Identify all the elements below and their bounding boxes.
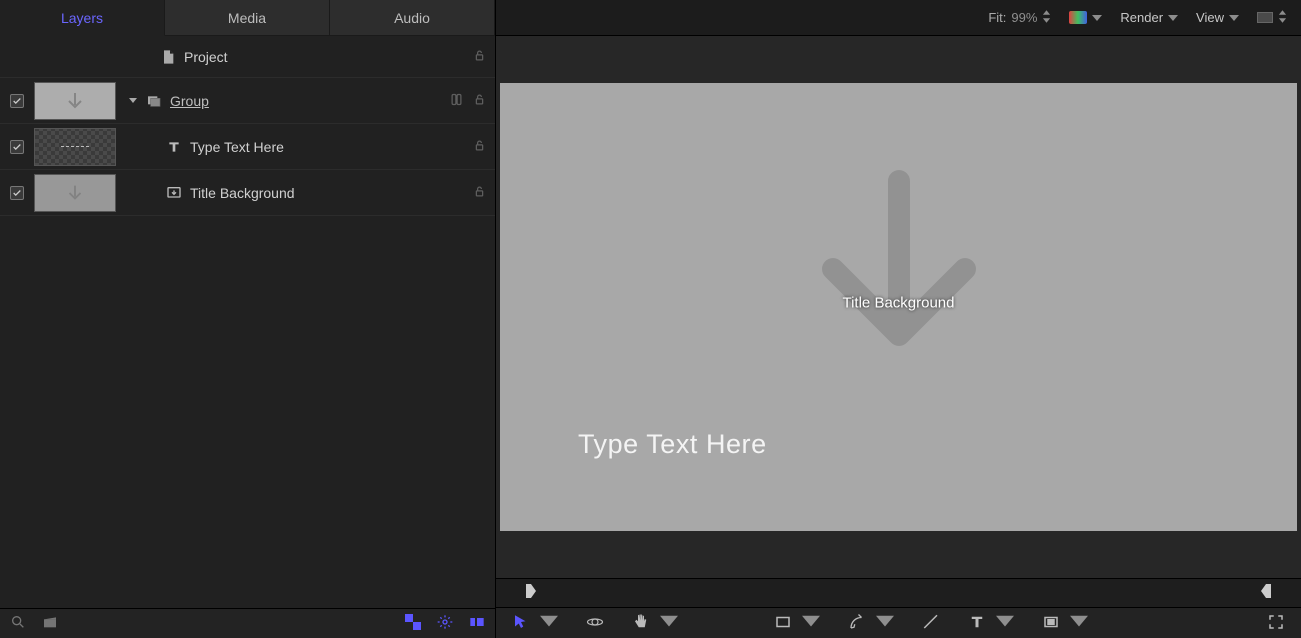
orbit-tool[interactable] <box>586 613 604 634</box>
text-icon <box>162 139 186 155</box>
chevron-down-icon[interactable] <box>996 613 1014 634</box>
canvas-text[interactable]: Type Text Here <box>578 429 767 460</box>
viewport-icon <box>1257 12 1273 23</box>
color-swatch-icon <box>1069 11 1087 24</box>
canvas-wrap[interactable]: Title Background Type Text Here <box>496 36 1301 578</box>
out-point-marker[interactable] <box>1261 584 1271 601</box>
layer-row-project[interactable]: Project <box>0 36 495 78</box>
layer-list: Project <box>0 36 495 608</box>
fullscreen-icon[interactable] <box>1267 613 1285 634</box>
frames-icon[interactable] <box>469 614 485 633</box>
viewer-area: Fit: 99% Render View <box>496 0 1301 638</box>
sidebar-footer <box>0 608 495 638</box>
chevron-down-icon[interactable] <box>660 613 678 634</box>
render-menu[interactable]: Render <box>1120 10 1178 25</box>
layer-thumbnail <box>34 128 116 166</box>
group-label: Group <box>166 93 449 109</box>
titlebg-label: Title Background <box>186 185 472 201</box>
clapperboard-icon[interactable] <box>42 614 58 633</box>
chevron-down-icon <box>1168 10 1178 25</box>
select-tool[interactable] <box>512 613 530 634</box>
viewer-toolbar: Fit: 99% Render View <box>496 0 1301 36</box>
mask-tool[interactable] <box>1042 613 1060 634</box>
stepper-icon <box>1042 10 1051 26</box>
chevron-down-icon <box>1092 10 1102 25</box>
chevron-down-icon <box>1229 10 1239 25</box>
tab-audio[interactable]: Audio <box>330 0 495 36</box>
mini-timeline[interactable] <box>496 578 1301 608</box>
visibility-checkbox[interactable] <box>10 94 24 108</box>
dropzone-arrow-icon <box>784 170 1014 390</box>
lock-icon[interactable] <box>472 184 487 202</box>
checker-icon[interactable] <box>405 614 421 633</box>
visibility-checkbox[interactable] <box>10 140 24 154</box>
group-icon <box>142 93 166 109</box>
chevron-down-icon[interactable] <box>802 613 820 634</box>
tab-media[interactable]: Media <box>165 0 330 36</box>
in-point-marker[interactable] <box>526 584 536 601</box>
zoom-fit-control[interactable]: Fit: 99% <box>988 10 1051 26</box>
canvas-tool-toolbar <box>496 608 1301 638</box>
layer-thumbnail <box>34 174 116 212</box>
link-icon[interactable] <box>449 92 464 110</box>
pan-tool[interactable] <box>632 613 650 634</box>
chevron-down-icon[interactable] <box>876 613 894 634</box>
project-icon <box>156 49 180 65</box>
disclosure-triangle[interactable] <box>124 96 142 106</box>
rectangle-tool[interactable] <box>774 613 792 634</box>
chevron-down-icon[interactable] <box>1070 613 1088 634</box>
lock-icon[interactable] <box>472 138 487 156</box>
text-layer-label: Type Text Here <box>186 139 472 155</box>
view-menu[interactable]: View <box>1196 10 1239 25</box>
chevron-down-icon[interactable] <box>540 613 558 634</box>
gear-icon[interactable] <box>437 614 453 633</box>
tab-layers[interactable]: Layers <box>0 0 165 36</box>
layer-row-group[interactable]: Group <box>0 78 495 124</box>
layer-thumbnail <box>34 82 116 120</box>
stepper-icon <box>1278 10 1287 26</box>
layers-sidebar: Layers Media Audio Project <box>0 0 496 638</box>
search-icon[interactable] <box>10 614 26 633</box>
canvas-center-label: Title Background <box>842 294 954 311</box>
image-dropzone-icon <box>162 185 186 201</box>
lock-icon[interactable] <box>472 48 487 66</box>
project-label: Project <box>180 49 472 65</box>
lock-icon[interactable] <box>472 92 487 110</box>
paint-stroke-tool[interactable] <box>922 613 940 634</box>
layer-row-text[interactable]: Type Text Here <box>0 124 495 170</box>
layer-row-title-background[interactable]: Title Background <box>0 170 495 216</box>
color-channels-menu[interactable] <box>1069 10 1102 25</box>
sidebar-tabs: Layers Media Audio <box>0 0 495 36</box>
pen-tool[interactable] <box>848 613 866 634</box>
canvas[interactable]: Title Background Type Text Here <box>500 83 1297 531</box>
visibility-checkbox[interactable] <box>10 186 24 200</box>
text-tool[interactable] <box>968 613 986 634</box>
viewer-layout-menu[interactable] <box>1257 10 1287 26</box>
